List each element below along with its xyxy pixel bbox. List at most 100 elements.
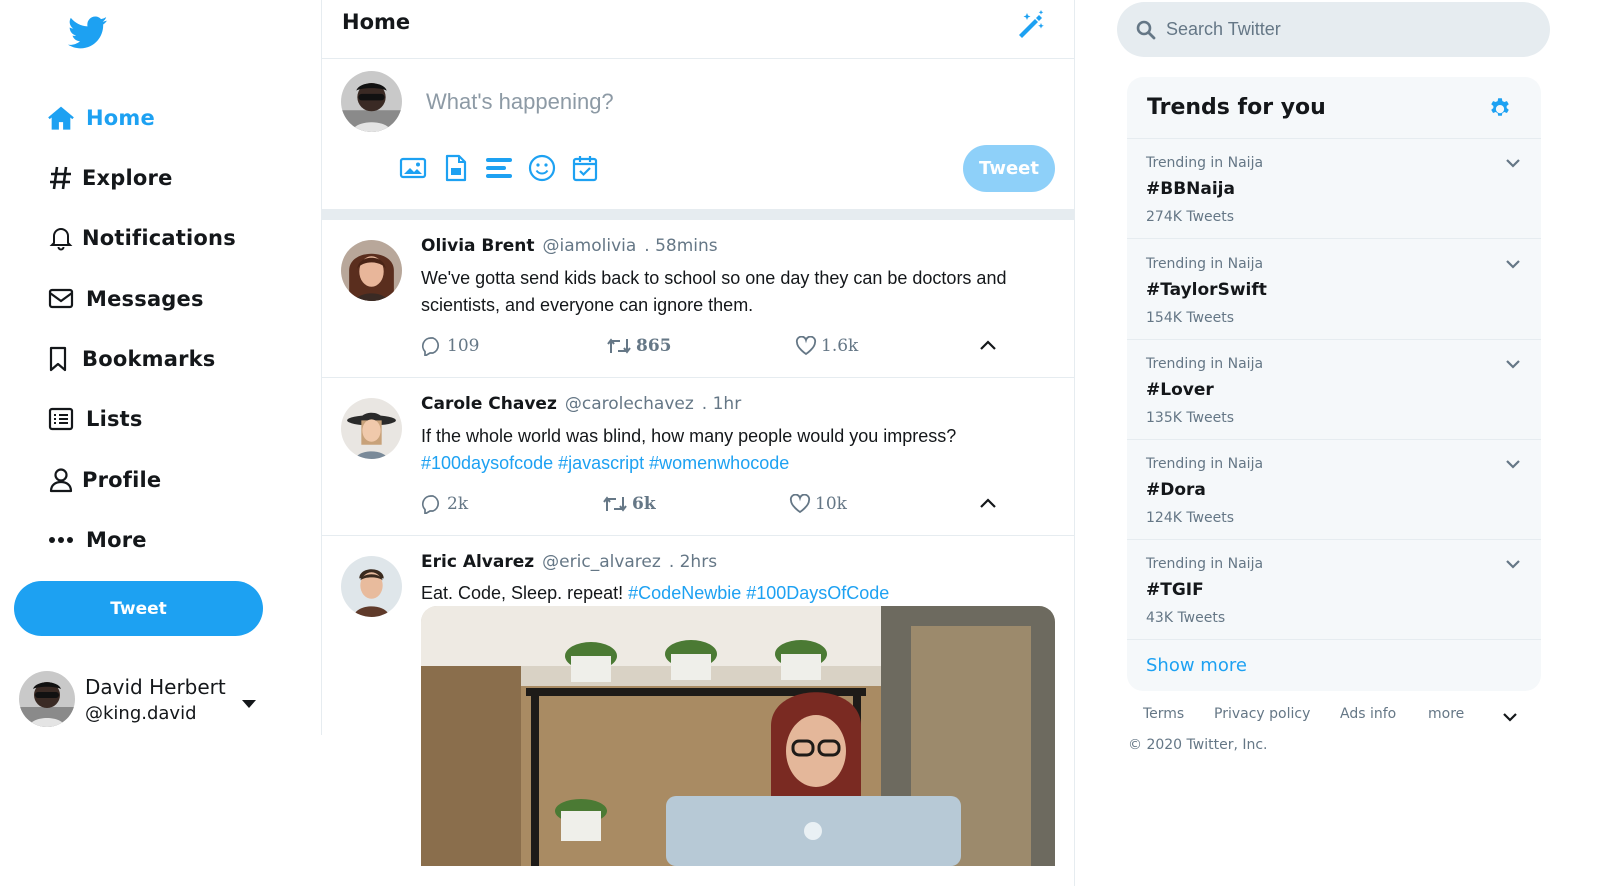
reply-button[interactable]: 2k [421, 494, 468, 514]
trend-context: Trending in Naija [1146, 556, 1264, 572]
heart-icon [795, 336, 817, 356]
composer-toolbar [398, 153, 613, 183]
reply-button[interactable]: 109 [421, 336, 479, 356]
gif-icon[interactable] [441, 153, 471, 183]
nav-home-label: Home [86, 106, 155, 130]
chevron-down-icon[interactable] [1505, 456, 1521, 474]
nav-bookmarks[interactable]: Bookmarks [46, 337, 216, 381]
trends-panel: Trends for you Trending in Naija #BBNaij… [1127, 77, 1541, 691]
compose-input[interactable] [426, 85, 1026, 119]
footer-terms-link[interactable]: Terms [1143, 706, 1184, 722]
tweet-actions: 2k 6k 10k [421, 494, 1021, 520]
footer-more-link[interactable]: more [1428, 706, 1464, 722]
reply-icon [422, 495, 439, 514]
tweet-time: . 2hrs [668, 552, 718, 572]
caret-down-icon [241, 696, 257, 714]
like-button[interactable]: 1.6k [795, 336, 858, 356]
trend-context: Trending in Naija [1146, 256, 1264, 272]
tweet-author-handle[interactable]: @eric_alvarez [542, 552, 661, 572]
trend-item[interactable]: Trending in Naija #TaylorSwift 154K Twee… [1127, 240, 1541, 340]
retweet-button[interactable]: 865 [606, 336, 672, 356]
nav-lists-label: Lists [86, 407, 143, 431]
tweet-author-name[interactable]: Carole Chavez [421, 394, 557, 414]
nav-explore-label: Explore [82, 166, 173, 190]
tweet-author-handle[interactable]: @iamolivia [543, 236, 637, 256]
chevron-down-icon[interactable] [1505, 556, 1521, 574]
nav-messages-label: Messages [86, 287, 204, 311]
tweet-composer: Tweet [322, 59, 1075, 209]
trend-item[interactable]: Trending in Naija #Dora 124K Tweets [1127, 440, 1541, 540]
like-count: 10k [815, 494, 847, 514]
emoji-icon[interactable] [527, 153, 557, 183]
tweet-media-image[interactable] [421, 606, 1055, 866]
tweet-author-name[interactable]: Eric Alvarez [421, 552, 534, 572]
footer-ads-link[interactable]: Ads info [1340, 706, 1396, 722]
hashtag-link[interactable]: #100daysofcode #javascript #womenwhocode [421, 453, 789, 473]
account-handle: @king.david [85, 702, 197, 724]
sparkle-icon[interactable] [1015, 9, 1047, 41]
hashtag-link[interactable]: #CodeNewbie #100DaysOfCode [628, 583, 889, 603]
search-icon [1136, 20, 1156, 40]
tweet-text: Eat. Code, Sleep. repeat! #CodeNewbie #1… [421, 580, 1041, 607]
trend-hashtag: #TaylorSwift [1146, 280, 1267, 300]
search-input[interactable] [1166, 19, 1526, 40]
search-bar[interactable] [1117, 2, 1550, 57]
tweet-author-name[interactable]: Olivia Brent [421, 236, 535, 256]
nav-home[interactable]: Home [46, 96, 155, 140]
compose-tweet-button[interactable]: Tweet [963, 145, 1055, 192]
list-icon [46, 404, 76, 434]
trend-hashtag: #Dora [1146, 480, 1206, 500]
tweet-item[interactable]: Carole Chavez @carolechavez . 1hr If the w… [322, 378, 1075, 536]
chevron-up-icon[interactable] [979, 496, 997, 514]
bell-icon [46, 223, 76, 253]
like-button[interactable]: 10k [789, 494, 847, 514]
chevron-down-icon[interactable] [1505, 256, 1521, 274]
trend-item[interactable]: Trending in Naija #BBNaija 274K Tweets [1127, 139, 1541, 239]
chevron-down-icon[interactable] [1505, 155, 1521, 173]
retweet-icon [603, 496, 627, 512]
nav-explore[interactable]: Explore [46, 156, 173, 200]
hashtag-icon [46, 163, 76, 193]
gear-icon[interactable] [1487, 95, 1513, 126]
nav-notifications[interactable]: Notifications [46, 216, 236, 260]
account-switcher[interactable]: David Herbert @king.david [19, 668, 269, 730]
more-dots-icon [46, 525, 76, 555]
trend-context: Trending in Naija [1146, 456, 1264, 472]
chevron-up-icon[interactable] [979, 338, 997, 356]
show-more-link[interactable]: Show more [1146, 655, 1247, 676]
twitter-bird-icon[interactable] [68, 16, 108, 52]
trend-item[interactable]: Trending in Naija #Lover 135K Tweets [1127, 340, 1541, 440]
nav-more[interactable]: More [46, 518, 147, 562]
poll-icon[interactable] [484, 153, 514, 183]
tweet-text-content: If the whole world was blind, how many p… [421, 426, 957, 446]
tweet-time: . 58mins [644, 236, 718, 256]
reply-icon [422, 337, 439, 356]
image-icon[interactable] [398, 153, 428, 183]
retweet-button[interactable]: 6k [602, 494, 656, 514]
trend-count: 135K Tweets [1146, 410, 1235, 426]
tweet-item[interactable]: Olivia Brent @iamolivia . 58mins We've got… [322, 220, 1075, 378]
page-title: Home [342, 10, 411, 34]
trends-title: Trends for you [1147, 95, 1326, 120]
trend-item[interactable]: Trending in Naija #TGIF 43K Tweets [1127, 540, 1541, 640]
sidebar-tweet-button[interactable]: Tweet [14, 581, 263, 636]
chevron-down-icon[interactable] [1505, 356, 1521, 374]
envelope-icon [46, 284, 76, 314]
footer-links: Terms Privacy policy Ads info more [1143, 706, 1543, 726]
tweet-author-handle[interactable]: @carolechavez [565, 394, 694, 414]
nav-notifications-label: Notifications [82, 226, 236, 250]
left-sidebar: Home Explore Notifications Messages Book… [0, 0, 322, 735]
copyright-text: © 2020 Twitter, Inc. [1128, 737, 1268, 753]
like-count: 1.6k [821, 336, 859, 356]
retweet-count: 6k [632, 494, 656, 514]
nav-lists[interactable]: Lists [46, 397, 143, 441]
chevron-down-icon[interactable] [1502, 709, 1518, 727]
nav-messages[interactable]: Messages [46, 277, 204, 321]
tweet-item[interactable]: Eric Alvarez @eric_alvarez . 2hrs Eat. Cod… [322, 536, 1075, 886]
schedule-icon[interactable] [570, 153, 600, 183]
tweet-text: We've gotta send kids back to school so … [421, 268, 1007, 315]
trend-context: Trending in Naija [1146, 155, 1264, 171]
heart-icon [789, 494, 811, 514]
footer-privacy-link[interactable]: Privacy policy [1214, 706, 1310, 722]
nav-profile[interactable]: Profile [46, 458, 161, 502]
